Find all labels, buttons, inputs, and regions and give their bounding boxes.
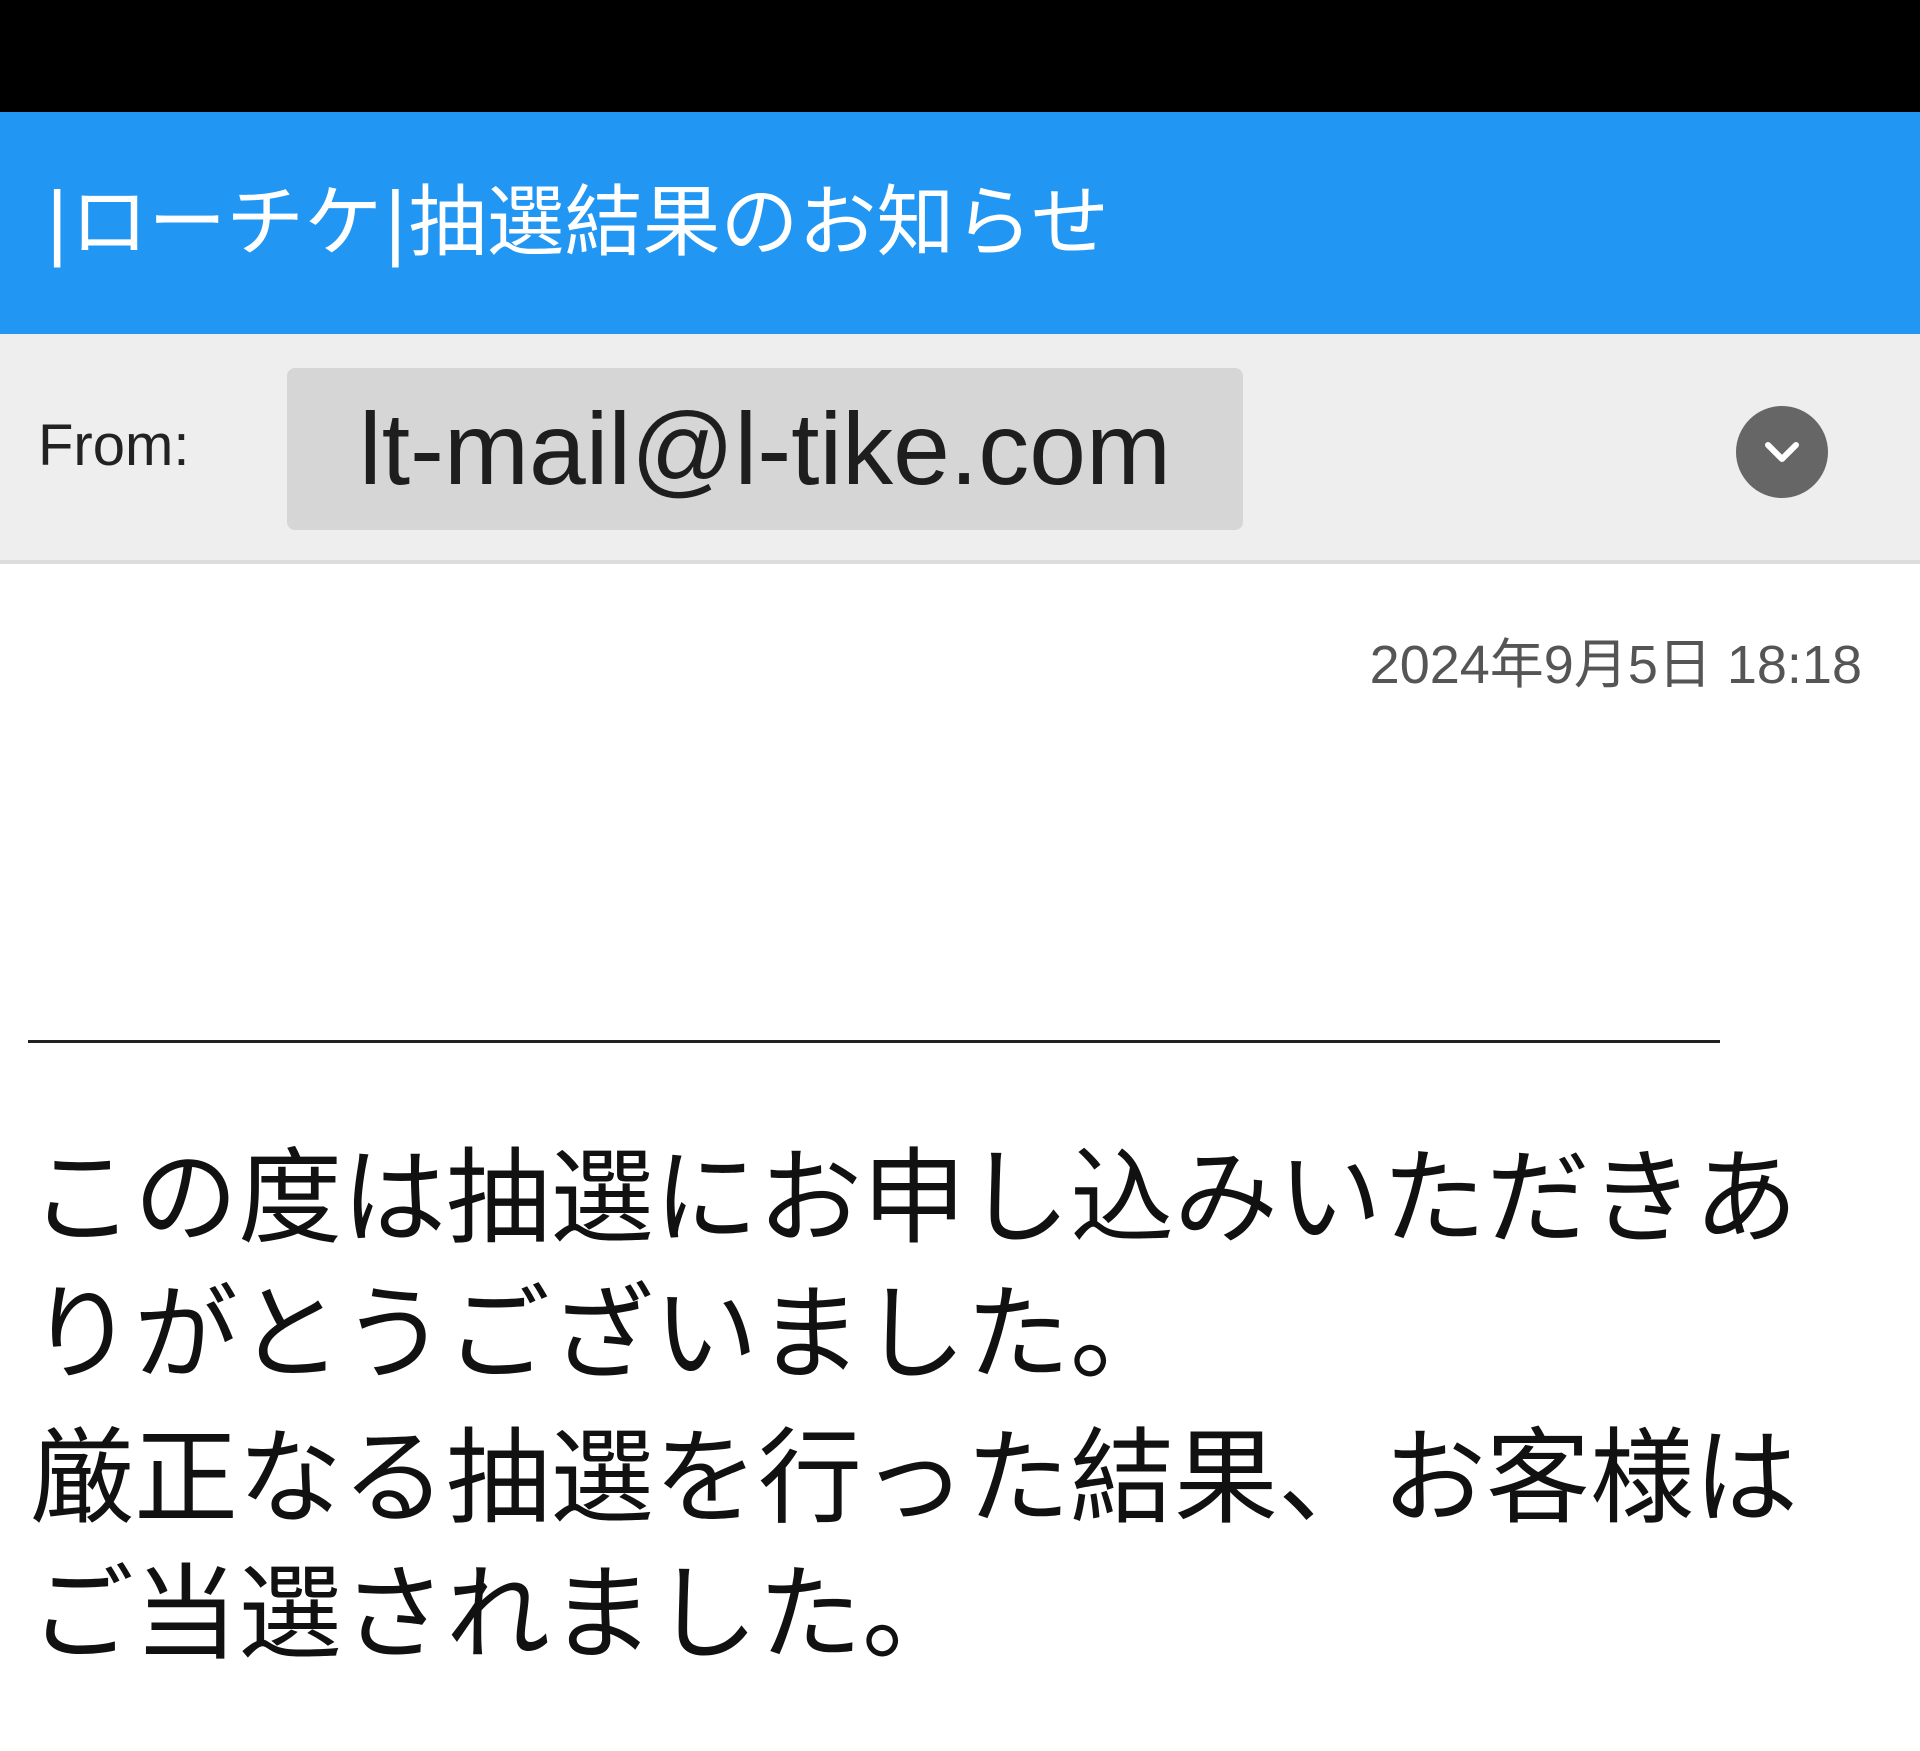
sender-chip[interactable]: lt-mail@l-tike.com bbox=[287, 368, 1243, 530]
chevron-down-icon bbox=[1765, 442, 1799, 462]
body-paragraph: 厳正なる抽選を行った結果、お客様はご当選されました。 bbox=[30, 1417, 1799, 1675]
status-bar bbox=[0, 0, 1920, 112]
sender-address: lt-mail@l-tike.com bbox=[359, 391, 1171, 506]
title-bar: |ローチケ|抽選結果のお知らせ bbox=[0, 112, 1920, 334]
from-label: From: bbox=[38, 413, 190, 478]
email-subject: |ローチケ|抽選結果のお知らせ bbox=[44, 178, 1109, 268]
divider-line bbox=[28, 1040, 1720, 1043]
message-date: 2024年9月5日 18:18 bbox=[1369, 635, 1862, 695]
expand-details-button[interactable] bbox=[1736, 406, 1828, 498]
body-paragraph: この度は抽選にお申し込みいただきありがとうございました。 bbox=[30, 1137, 1799, 1395]
message-body: この度は抽選にお申し込みいただきありがとうございました。 厳正なる抽選を行った結… bbox=[30, 1130, 1890, 1690]
from-row: From: lt-mail@l-tike.com bbox=[0, 334, 1920, 564]
